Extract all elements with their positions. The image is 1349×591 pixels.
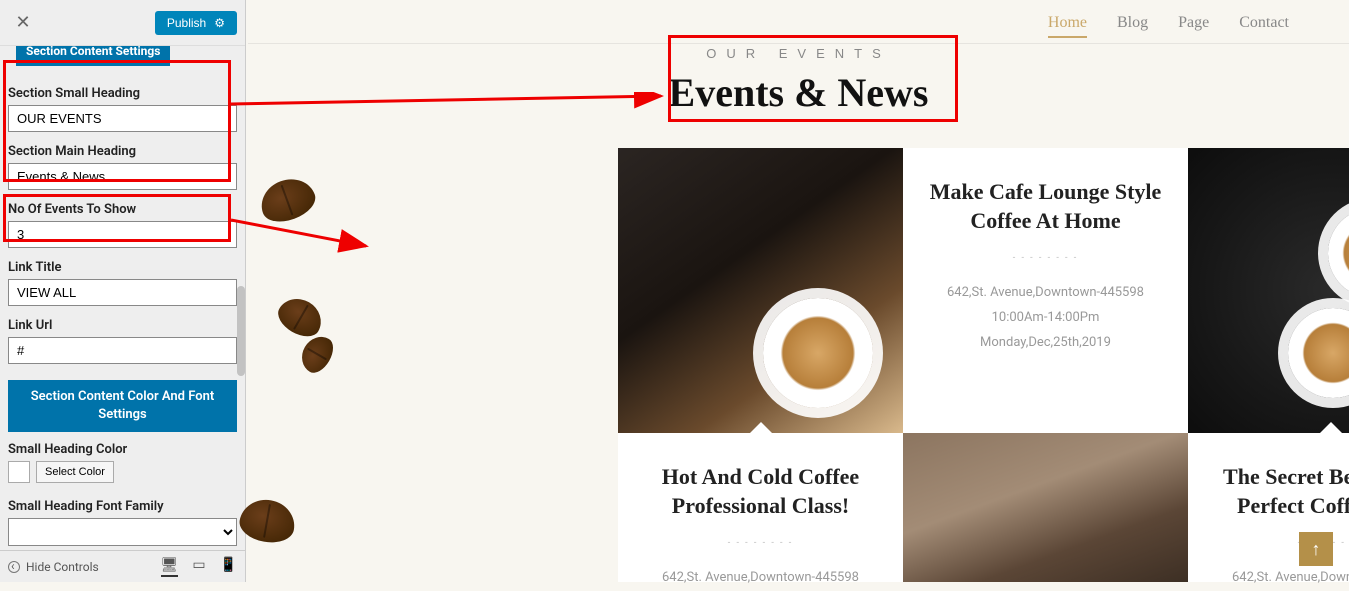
label-no-of-events: No Of Events To Show [8, 202, 237, 217]
hide-controls-button[interactable]: Hide Controls [8, 560, 99, 574]
scroll-to-top-button[interactable]: ↑ [1299, 532, 1333, 566]
sidebar-header: ✕ Publish ⚙ [0, 0, 245, 46]
event-address: 642,St. Avenue,Downtown-445598 [638, 566, 883, 591]
field-link-title: Link Title [8, 260, 237, 306]
nav-page[interactable]: Page [1178, 14, 1209, 38]
color-swatch[interactable] [8, 461, 30, 483]
nav-contact[interactable]: Contact [1239, 14, 1289, 38]
color-picker: Select Color [8, 461, 114, 483]
label-small-heading-color: Small Heading Color [8, 442, 237, 457]
section-main-heading: Events & News [669, 69, 929, 116]
event-address: 642,St. Avenue,Downtown-445598 [1208, 566, 1349, 591]
input-small-heading[interactable] [8, 105, 237, 132]
event-address: 642,St. Avenue,Downtown-445598 [923, 281, 1168, 306]
notch-icon [749, 422, 773, 433]
sidebar-footer: Hide Controls 🖥 ▭ 📱 [0, 550, 245, 582]
latte-art-icon [1328, 208, 1349, 298]
preview-pane: Home Blog Page Contact OUR EVENTS Events… [248, 0, 1349, 582]
latte-art-icon [1288, 308, 1349, 398]
field-link-url: Link Url [8, 318, 237, 364]
event-date: Monday,Dec,25th,2019 [923, 331, 1168, 356]
event-time: 10:00Am-14:00Pm [923, 306, 1168, 331]
event-meta: 642,St. Avenue,Downtown-445598 10:00Am-1… [923, 281, 1168, 355]
events-grid: Make Cafe Lounge Style Coffee At Home - … [618, 148, 1349, 433]
label-link-title: Link Title [8, 260, 237, 275]
publish-button[interactable]: Publish ⚙ [155, 11, 237, 35]
field-no-of-events: No Of Events To Show [8, 202, 237, 248]
field-small-heading-color: Small Heading Color Select Color [8, 442, 237, 487]
chevron-left-icon [8, 561, 20, 573]
nav-divider [248, 43, 1349, 44]
section-content-settings-button[interactable]: Section Content Settings [16, 46, 170, 66]
scrollbar-thumb[interactable] [237, 286, 245, 376]
event-image[interactable] [903, 433, 1188, 582]
arrow-up-icon: ↑ [1312, 539, 1321, 560]
event-image[interactable] [618, 148, 903, 433]
desktop-icon[interactable]: 🖥 [161, 557, 179, 577]
coffee-bean-decor [255, 172, 320, 228]
hide-controls-label: Hide Controls [26, 560, 99, 574]
event-text-card: Hot And Cold Coffee Professional Class! … [618, 433, 903, 582]
field-small-heading-font-family: Small Heading Font Family [8, 499, 237, 546]
color-font-settings-button[interactable]: Section Content Color And Font Settings [8, 380, 237, 432]
event-text-card: Make Cafe Lounge Style Coffee At Home - … [903, 148, 1188, 433]
divider-dots: - - - - - - - - [638, 538, 883, 548]
input-link-url[interactable] [8, 337, 237, 364]
mobile-icon[interactable]: 📱 [220, 557, 237, 577]
field-small-heading: Section Small Heading [8, 86, 237, 132]
event-title: Make Cafe Lounge Style Coffee At Home [923, 178, 1168, 235]
label-small-heading: Section Small Heading [8, 86, 237, 101]
nav-home[interactable]: Home [1048, 14, 1087, 38]
section-small-heading: OUR EVENTS [669, 46, 929, 61]
coffee-bean-decor [273, 291, 329, 343]
label-link-url: Link Url [8, 318, 237, 333]
input-link-title[interactable] [8, 279, 237, 306]
select-color-button[interactable]: Select Color [36, 461, 114, 483]
gear-icon: ⚙ [214, 16, 225, 30]
events-grid-row2: Hot And Cold Coffee Professional Class! … [618, 433, 1349, 582]
sidebar-body: Section Content Settings Section Small H… [0, 46, 245, 550]
latte-art-icon [763, 298, 873, 408]
device-toggle: 🖥 ▭ 📱 [161, 557, 237, 577]
tablet-icon[interactable]: ▭ [192, 557, 205, 577]
publish-button-label: Publish [167, 16, 206, 30]
section-heading-block: OUR EVENTS Events & News [669, 46, 929, 116]
event-title: The Secret Behind The Perfect Coffee Cup… [1208, 463, 1349, 520]
nav-blog[interactable]: Blog [1117, 14, 1148, 38]
select-font-family[interactable] [8, 518, 237, 546]
label-main-heading: Section Main Heading [8, 144, 237, 159]
divider-dots: - - - - - - - - [923, 253, 1168, 263]
event-image[interactable] [1188, 148, 1349, 433]
label-small-heading-font-family: Small Heading Font Family [8, 499, 237, 514]
event-title: Hot And Cold Coffee Professional Class! [638, 463, 883, 520]
notch-icon [1319, 422, 1343, 433]
customizer-sidebar: ✕ Publish ⚙ Section Content Settings Sec… [0, 0, 246, 582]
close-customizer-button[interactable]: ✕ [8, 8, 38, 38]
input-no-of-events[interactable] [8, 221, 237, 248]
coffee-bean-decor [295, 331, 338, 378]
input-main-heading[interactable] [8, 163, 237, 190]
field-main-heading: Section Main Heading [8, 144, 237, 190]
notch-icon [1034, 355, 1058, 367]
site-nav: Home Blog Page Contact [1048, 14, 1289, 38]
